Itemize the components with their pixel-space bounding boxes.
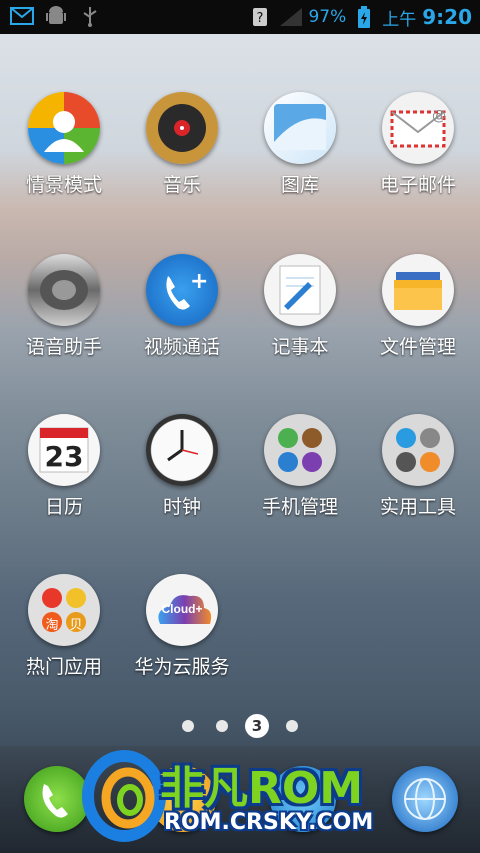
app-file-manager[interactable]: 文件管理 [359,254,477,359]
page-dot[interactable] [182,720,194,732]
android-debug-icon [44,4,68,28]
email-icon: @ [382,92,454,164]
app-label: 文件管理 [379,336,456,358]
app-label: 记事本 [271,336,329,358]
app-clock[interactable]: 时钟 [123,414,241,519]
file-manager-icon [382,254,454,326]
page-dot[interactable] [216,720,228,732]
profiles-icon [28,92,100,164]
music-icon [146,92,218,164]
email-notification-icon[interactable] [10,4,34,28]
calendar-date: 23 [44,440,84,473]
watermark-title: 非凡ROM [160,763,364,814]
app-label: 时钟 [162,496,201,518]
sim-unknown-icon: ? [248,5,272,29]
watermark-url: ROM.CRSKY.COM [164,810,374,835]
battery-icon [352,5,376,29]
svg-text:@: @ [432,108,446,124]
app-label: 华为云服务 [134,656,230,678]
app-email[interactable]: @ 电子邮件 [359,92,477,197]
app-tools[interactable]: 实用工具 [359,414,477,519]
video-call-icon: + [146,254,218,326]
hot-apps-badge-1: 淘 [45,618,59,633]
am-pm: 上午 [382,9,417,30]
svg-text:?: ? [257,11,264,26]
app-label: 热门应用 [25,656,102,678]
voice-assistant-icon [28,254,100,326]
app-phone-manager[interactable]: 手机管理 [241,414,359,519]
page-dot[interactable] [286,720,298,732]
app-cloud-service[interactable]: Cloud+ 华为云服务 [123,574,241,679]
watermark-logo-icon [82,750,166,842]
app-label: 音乐 [162,174,201,196]
app-hot-apps[interactable]: 淘 贝 热门应用 [5,574,123,679]
page-indicator: 3 [0,712,480,740]
cloud-service-icon: Cloud+ [146,574,218,646]
app-label: 手机管理 [261,496,338,518]
app-calendar[interactable]: 23 日历 [5,414,123,519]
status-bar: ? 97% 上午 9:20 [0,0,480,34]
hot-apps-badge-2: 贝 [69,618,83,633]
app-notepad[interactable]: 记事本 [241,254,359,359]
cloud-badge: Cloud+ [161,602,203,616]
app-voice-assistant[interactable]: 语音助手 [5,254,123,359]
app-gallery[interactable]: 图库 [241,92,359,197]
app-label: 电子邮件 [379,174,456,196]
app-label: 情景模式 [25,174,102,196]
app-label: 实用工具 [379,496,456,518]
phone-manager-icon [264,414,336,486]
tools-icon [382,414,454,486]
calendar-icon: 23 [28,414,100,486]
battery-percent: 97% [308,7,347,27]
app-profiles[interactable]: 情景模式 [5,92,123,197]
app-label: 图库 [280,174,319,196]
svg-text:+: + [190,269,208,294]
hot-apps-icon: 淘 贝 [28,574,100,646]
page-dot-current[interactable]: 3 [245,714,269,738]
clock-time: 9:20 [422,5,472,29]
app-label: 日历 [44,496,83,518]
app-label: 语音助手 [25,336,102,358]
gallery-icon [264,92,336,164]
app-label: 视频通话 [143,336,220,358]
clock-icon [146,414,218,486]
notepad-icon [264,254,336,326]
usb-icon [78,4,102,28]
app-music[interactable]: 音乐 [123,92,241,197]
signal-icon [278,5,303,29]
app-video-call[interactable]: + 视频通话 [123,254,241,359]
watermark: 非凡ROM ROM.CRSKY.COM [80,748,410,844]
